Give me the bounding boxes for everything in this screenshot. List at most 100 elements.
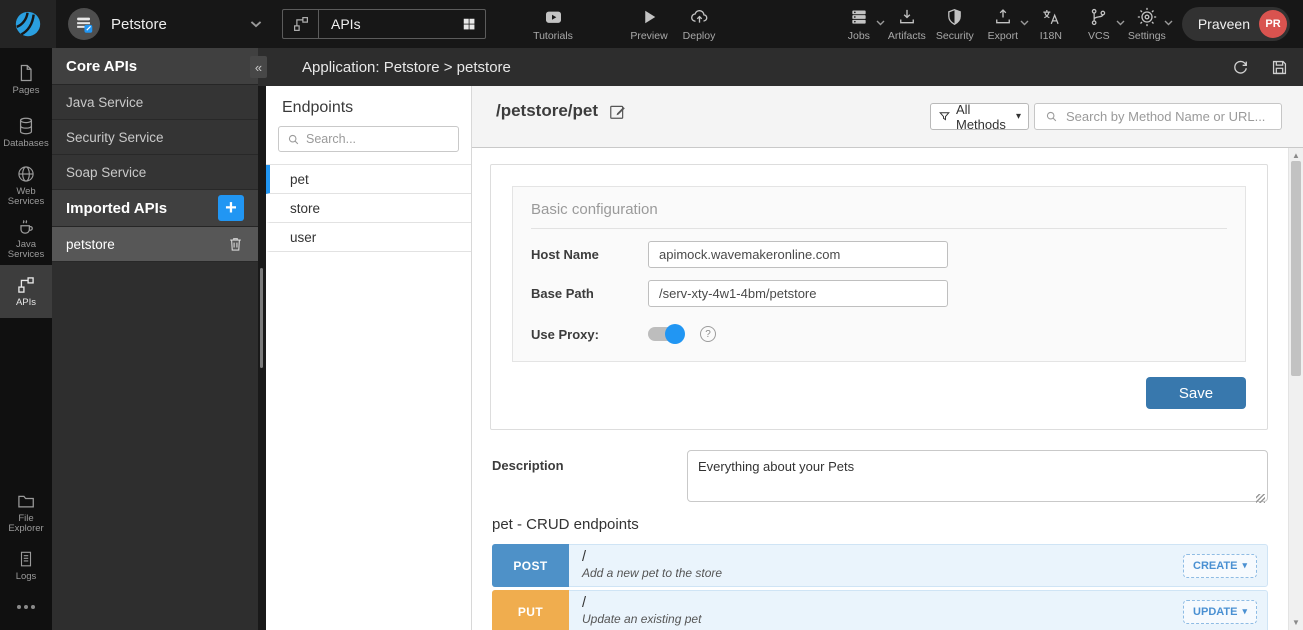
user-name: Praveen — [1198, 16, 1250, 32]
gear-icon — [1137, 7, 1157, 27]
panel-title: Basic configuration — [531, 201, 1227, 229]
help-icon[interactable]: ? — [700, 326, 716, 342]
host-name-field[interactable] — [648, 241, 948, 268]
main-header: /petstore/pet All Methods ▾ — [472, 86, 1303, 148]
endpoints-search-input[interactable] — [306, 132, 450, 146]
base-path-field[interactable] — [648, 280, 948, 307]
page-title: /petstore/pet — [496, 101, 627, 121]
endpoints-title: Endpoints — [266, 86, 471, 126]
method-badge: PUT — [492, 590, 569, 630]
security-button[interactable]: Security — [932, 7, 978, 42]
description-field[interactable]: Everything about your Pets — [687, 450, 1268, 502]
refresh-icon[interactable] — [1231, 58, 1250, 77]
topbar: Petstore APIs Tutorials Preview — [0, 0, 1303, 48]
collapse-sidebar-icon[interactable]: « — [250, 56, 267, 78]
filter-icon — [938, 110, 951, 123]
vcs-button[interactable]: VCS — [1076, 7, 1122, 42]
main-content: Basic configuration Host Name Base Path … — [472, 148, 1303, 630]
sidebar-item-file-explorer[interactable]: File Explorer — [0, 486, 52, 539]
wavemaker-studio: Petstore APIs Tutorials Preview — [0, 0, 1303, 630]
save-button[interactable]: Save — [1146, 377, 1246, 409]
methods-filter-select[interactable]: All Methods ▾ — [930, 103, 1029, 130]
endpoint-description: Update an existing pet — [582, 612, 1183, 626]
app-logo[interactable] — [0, 0, 56, 48]
apis-sidebar: Core APIs Java Service Security Service … — [52, 48, 258, 630]
apis-icon — [283, 10, 319, 38]
user-menu[interactable]: Praveen PR — [1182, 7, 1290, 41]
topbar-tools: Jobs Artifacts Security Export — [836, 7, 1170, 42]
sidebar-item-databases[interactable]: Databases — [0, 106, 52, 159]
pages-icon — [16, 63, 36, 83]
sidebar-item-apis[interactable]: APIs — [0, 265, 52, 318]
imported-apis-header: Imported APIs + — [52, 190, 258, 227]
caret-down-icon: ▾ — [1242, 560, 1247, 571]
endpoints-panel: Endpoints pet store user — [266, 86, 472, 630]
panel-divider — [258, 86, 266, 630]
endpoint-item-user[interactable]: user — [266, 223, 471, 252]
globe-icon — [16, 164, 36, 184]
update-action-button[interactable]: UPDATE ▾ — [1183, 600, 1257, 624]
edit-icon[interactable] — [608, 102, 627, 121]
scroll-up-icon[interactable]: ▲ — [1289, 151, 1303, 160]
endpoint-row-put[interactable]: PUT / Update an existing pet UPDATE ▾ — [492, 590, 1268, 630]
tutorials-icon — [543, 7, 564, 27]
host-name-label: Host Name — [531, 247, 648, 262]
endpoints-search[interactable] — [278, 126, 459, 152]
sidebar-item-soap-service[interactable]: Soap Service — [52, 155, 258, 190]
save-icon[interactable] — [1270, 58, 1289, 77]
export-button[interactable]: Export — [980, 7, 1026, 42]
crud-section-title: pet - CRUD endpoints — [492, 516, 639, 533]
sidebar-item-security-service[interactable]: Security Service — [52, 120, 258, 155]
log-file-icon — [17, 549, 35, 569]
scrollbar-thumb[interactable] — [1291, 161, 1301, 376]
download-icon — [897, 7, 917, 27]
sidebar-item-java-service[interactable]: Java Service — [52, 85, 258, 120]
scroll-down-icon[interactable]: ▼ — [1289, 618, 1303, 627]
workspace-switcher[interactable]: APIs — [282, 9, 486, 39]
endpoint-row-post[interactable]: POST / Add a new pet to the store CREATE… — [492, 544, 1268, 587]
sidebar-item-web-services[interactable]: Web Services — [0, 159, 52, 212]
avatar: PR — [1259, 10, 1287, 38]
more-options-icon[interactable] — [0, 592, 52, 622]
sidebar-item-java-services[interactable]: Java Services — [0, 212, 52, 265]
jobs-icon — [849, 7, 869, 27]
wavemaker-logo-icon — [13, 9, 43, 39]
search-icon — [287, 133, 300, 146]
create-action-button[interactable]: CREATE ▾ — [1183, 554, 1257, 578]
vertical-scrollbar[interactable]: ▲ ▼ — [1288, 148, 1303, 630]
method-search[interactable] — [1034, 103, 1282, 130]
endpoint-item-pet[interactable]: pet — [266, 165, 471, 194]
toggle-knob — [665, 324, 685, 344]
preview-icon — [639, 7, 659, 27]
branch-icon — [1089, 7, 1108, 27]
deploy-button[interactable]: Deploy — [676, 7, 722, 42]
description-row: Description Everything about your Pets — [492, 450, 1288, 507]
workspace-label: APIs — [319, 16, 462, 32]
database-icon — [16, 116, 36, 136]
settings-button[interactable]: Settings — [1124, 7, 1170, 42]
i18n-button[interactable]: I18N — [1028, 7, 1074, 42]
preview-button[interactable]: Preview — [626, 7, 672, 42]
breadcrumb: Application: Petstore > petstore — [302, 59, 511, 76]
sidebar-item-pages[interactable]: Pages — [0, 53, 52, 106]
endpoint-item-store[interactable]: store — [266, 194, 471, 223]
delete-api-icon[interactable] — [227, 235, 244, 253]
project-name: Petstore — [111, 16, 235, 33]
method-search-input[interactable] — [1066, 109, 1271, 124]
project-avatar — [68, 8, 100, 40]
sidebar-item-logs[interactable]: Logs — [0, 539, 52, 592]
jobs-button[interactable]: Jobs — [836, 7, 882, 42]
sidebar-item-petstore[interactable]: petstore — [52, 227, 258, 262]
sidebar-scrollbar[interactable] — [260, 268, 263, 368]
use-proxy-toggle[interactable] — [648, 327, 682, 341]
artifacts-button[interactable]: Artifacts — [884, 7, 930, 42]
project-selector[interactable]: Petstore — [68, 8, 266, 40]
add-api-button[interactable]: + — [218, 195, 244, 221]
tutorials-button[interactable]: Tutorials — [530, 7, 576, 42]
endpoint-description: Add a new pet to the store — [582, 566, 1183, 580]
grid-icon — [462, 17, 476, 31]
method-badge: POST — [492, 544, 569, 587]
core-apis-header: Core APIs — [52, 48, 258, 85]
basic-configuration-panel: Basic configuration Host Name Base Path … — [512, 186, 1246, 362]
chevron-down-icon — [246, 14, 266, 34]
